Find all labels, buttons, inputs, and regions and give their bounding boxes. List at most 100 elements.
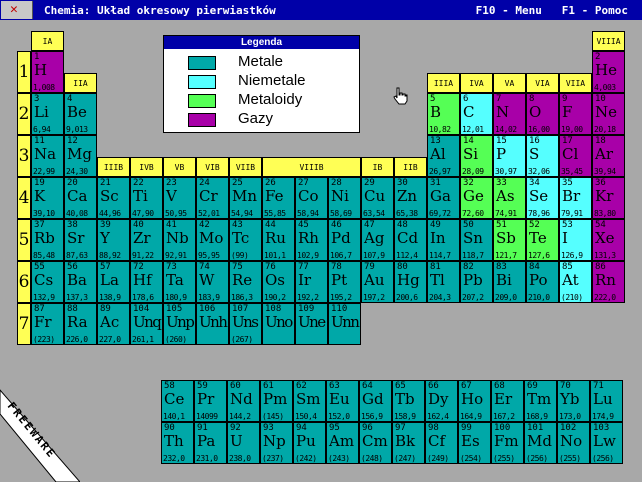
element-mg[interactable]: 12 Mg 24,30 [64,135,97,177]
element-fm[interactable]: 100 Fm (255) [491,422,524,464]
element-pu[interactable]: 94 Pu (242) [293,422,326,464]
element-kr[interactable]: 36 Kr 83,80 [592,177,625,219]
element-be[interactable]: 4 Be 9,013 [64,93,97,135]
element-ca[interactable]: 20 Ca 40,08 [64,177,97,219]
element-cf[interactable]: 98 Cf (249) [425,422,458,464]
element-u[interactable]: 92 U 238,0 [227,422,260,464]
element-al[interactable]: 13 Al 26,97 [427,135,460,177]
element-ru[interactable]: 44 Ru 101,1 [262,219,295,261]
element-yb[interactable]: 70 Yb 173,0 [557,380,590,422]
element-he[interactable]: 2 He 4,003 [592,51,625,93]
element-w[interactable]: 74 W 183,9 [196,261,229,303]
element-tc[interactable]: 43 Tc (99) [229,219,262,261]
element-s[interactable]: 16 S 32,06 [526,135,559,177]
element-eu[interactable]: 63 Eu 152,0 [326,380,359,422]
element-am[interactable]: 95 Am (243) [326,422,359,464]
element-c[interactable]: 6 C 12,01 [460,93,493,135]
element-rn[interactable]: 86 Rn 222,0 [592,261,625,303]
element-no[interactable]: 102 No (255) [557,422,590,464]
element-pr[interactable]: 59 Pr 14099 [194,380,227,422]
element-uns[interactable]: 107 Uns (267) [229,303,262,345]
element-na[interactable]: 11 Na 22,99 [31,135,64,177]
element-ce[interactable]: 58 Ce 140,1 [161,380,194,422]
element-ar[interactable]: 18 Ar 39,94 [592,135,625,177]
element-ga[interactable]: 31 Ga 69,72 [427,177,460,219]
element-bk[interactable]: 97 Bk (247) [392,422,425,464]
element-unq[interactable]: 104 Unq 261,1 [130,303,163,345]
element-p[interactable]: 15 P 30,97 [493,135,526,177]
help-hint[interactable]: F1 - Pomoc [562,4,628,17]
element-y[interactable]: 39 Y 88,92 [97,219,130,261]
element-ir[interactable]: 77 Ir 192,2 [295,261,328,303]
element-md[interactable]: 101 Md (256) [524,422,557,464]
element-hf[interactable]: 72 Hf 178,6 [130,261,163,303]
element-at[interactable]: 85 At (210) [559,261,592,303]
element-rh[interactable]: 45 Rh 102,9 [295,219,328,261]
element-i[interactable]: 53 I 126,9 [559,219,592,261]
element-cs[interactable]: 55 Cs 132,9 [31,261,64,303]
element-lu[interactable]: 71 Lu 174,9 [590,380,623,422]
element-zn[interactable]: 30 Zn 65,38 [394,177,427,219]
element-re[interactable]: 75 Re 186,3 [229,261,262,303]
element-au[interactable]: 79 Au 197,2 [361,261,394,303]
element-unp[interactable]: 105 Unp (260) [163,303,196,345]
element-b[interactable]: 5 B 10,82 [427,93,460,135]
element-unn[interactable]: 110 Unn [328,303,361,345]
element-os[interactable]: 76 Os 190,2 [262,261,295,303]
element-f[interactable]: 9 F 19,00 [559,93,592,135]
element-hg[interactable]: 80 Hg 200,6 [394,261,427,303]
element-in[interactable]: 49 In 114,7 [427,219,460,261]
element-unh[interactable]: 106 Unh [196,303,229,345]
element-o[interactable]: 8 O 16,00 [526,93,559,135]
element-h[interactable]: 1 H 1,008 [31,51,64,93]
element-uno[interactable]: 108 Uno [262,303,295,345]
element-si[interactable]: 14 Si 28,09 [460,135,493,177]
element-cd[interactable]: 48 Cd 112,4 [394,219,427,261]
element-ag[interactable]: 47 Ag 107,9 [361,219,394,261]
element-v[interactable]: 23 V 50,95 [163,177,196,219]
element-ni[interactable]: 28 Ni 58,69 [328,177,361,219]
element-pm[interactable]: 61 Pm (145) [260,380,293,422]
element-dy[interactable]: 66 Dy 162,4 [425,380,458,422]
element-po[interactable]: 84 Po 210,0 [526,261,559,303]
element-sr[interactable]: 38 Sr 87,63 [64,219,97,261]
element-mo[interactable]: 42 Mo 95,95 [196,219,229,261]
element-sm[interactable]: 62 Sm 150,4 [293,380,326,422]
element-mn[interactable]: 25 Mn 54,94 [229,177,262,219]
element-tb[interactable]: 65 Tb 158,9 [392,380,425,422]
element-co[interactable]: 27 Co 58,94 [295,177,328,219]
element-nb[interactable]: 41 Nb 92,91 [163,219,196,261]
element-fe[interactable]: 26 Fe 55,85 [262,177,295,219]
element-pa[interactable]: 91 Pa 231,0 [194,422,227,464]
element-ho[interactable]: 67 Ho 164,9 [458,380,491,422]
element-li[interactable]: 3 Li 6,94 [31,93,64,135]
element-fr[interactable]: 87 Fr (223) [31,303,64,345]
element-xe[interactable]: 54 Xe 131,3 [592,219,625,261]
element-pt[interactable]: 78 Pt 195,2 [328,261,361,303]
element-la[interactable]: 57 La 138,9 [97,261,130,303]
element-k[interactable]: 19 K 39,10 [31,177,64,219]
element-rb[interactable]: 37 Rb 85,48 [31,219,64,261]
element-cr[interactable]: 24 Cr 52,01 [196,177,229,219]
element-tl[interactable]: 81 Tl 204,3 [427,261,460,303]
element-np[interactable]: 93 Np (237) [260,422,293,464]
element-n[interactable]: 7 N 14,02 [493,93,526,135]
element-nd[interactable]: 60 Nd 144,2 [227,380,260,422]
element-sn[interactable]: 50 Sn 118,7 [460,219,493,261]
element-lw[interactable]: 103 Lw (256) [590,422,623,464]
element-er[interactable]: 68 Er 167,2 [491,380,524,422]
element-pd[interactable]: 46 Pd 106,7 [328,219,361,261]
element-as[interactable]: 33 As 74,91 [493,177,526,219]
element-ti[interactable]: 22 Ti 47,90 [130,177,163,219]
element-tm[interactable]: 69 Tm 168,9 [524,380,557,422]
element-ra[interactable]: 88 Ra 226,0 [64,303,97,345]
element-pb[interactable]: 82 Pb 207,2 [460,261,493,303]
element-th[interactable]: 90 Th 232,0 [161,422,194,464]
system-menu-button[interactable]: ✕ [1,1,33,19]
element-ta[interactable]: 73 Ta 180,9 [163,261,196,303]
element-es[interactable]: 99 Es (254) [458,422,491,464]
element-zr[interactable]: 40 Zr 91,22 [130,219,163,261]
element-br[interactable]: 35 Br 79,91 [559,177,592,219]
menu-hint[interactable]: F10 - Menu [476,4,542,17]
element-sc[interactable]: 21 Sc 44,96 [97,177,130,219]
